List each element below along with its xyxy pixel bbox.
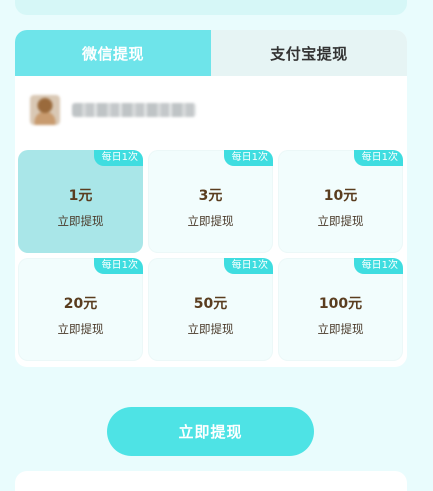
amount-option-50[interactable]: 每日1次 50元 立即提现 [148, 258, 273, 361]
option-amount: 3元 [198, 187, 223, 204]
option-amount: 1元 [68, 187, 93, 204]
avatar [30, 95, 60, 125]
option-action-label: 立即提现 [187, 321, 234, 336]
bottom-card [15, 471, 407, 491]
option-amount: 20元 [63, 295, 98, 312]
top-card [15, 0, 407, 15]
option-action-label: 立即提现 [317, 321, 364, 336]
daily-limit-badge: 每日1次 [353, 150, 403, 166]
amount-option-20[interactable]: 每日1次 20元 立即提现 [18, 258, 143, 361]
option-amount: 100元 [318, 295, 363, 312]
user-account-row [30, 93, 196, 127]
option-amount: 50元 [193, 295, 228, 312]
option-action-label: 立即提现 [317, 213, 364, 228]
daily-limit-badge: 每日1次 [223, 150, 273, 166]
amount-options-grid: 每日1次 1元 立即提现 每日1次 3元 立即提现 每日1次 10元 立即提现 … [18, 150, 404, 361]
amount-option-1[interactable]: 每日1次 1元 立即提现 [18, 150, 143, 253]
tab-wechat-withdraw[interactable]: 微信提现 [15, 30, 211, 76]
withdraw-panel: 微信提现 支付宝提现 每日1次 1元 立即提现 每日1次 3元 立即提现 每日1… [15, 30, 407, 367]
daily-limit-badge: 每日1次 [223, 258, 273, 274]
daily-limit-badge: 每日1次 [93, 150, 143, 166]
tab-alipay-withdraw[interactable]: 支付宝提现 [211, 30, 407, 76]
withdraw-method-tabs: 微信提现 支付宝提现 [15, 30, 407, 76]
option-action-label: 立即提现 [57, 213, 104, 228]
amount-option-10[interactable]: 每日1次 10元 立即提现 [278, 150, 403, 253]
option-action-label: 立即提现 [187, 213, 234, 228]
option-amount: 10元 [323, 187, 358, 204]
amount-option-3[interactable]: 每日1次 3元 立即提现 [148, 150, 273, 253]
daily-limit-badge: 每日1次 [353, 258, 403, 274]
amount-option-100[interactable]: 每日1次 100元 立即提现 [278, 258, 403, 361]
daily-limit-badge: 每日1次 [93, 258, 143, 274]
blurred-user-name [72, 103, 196, 117]
option-action-label: 立即提现 [57, 321, 104, 336]
withdraw-now-button[interactable]: 立即提现 [107, 407, 314, 456]
